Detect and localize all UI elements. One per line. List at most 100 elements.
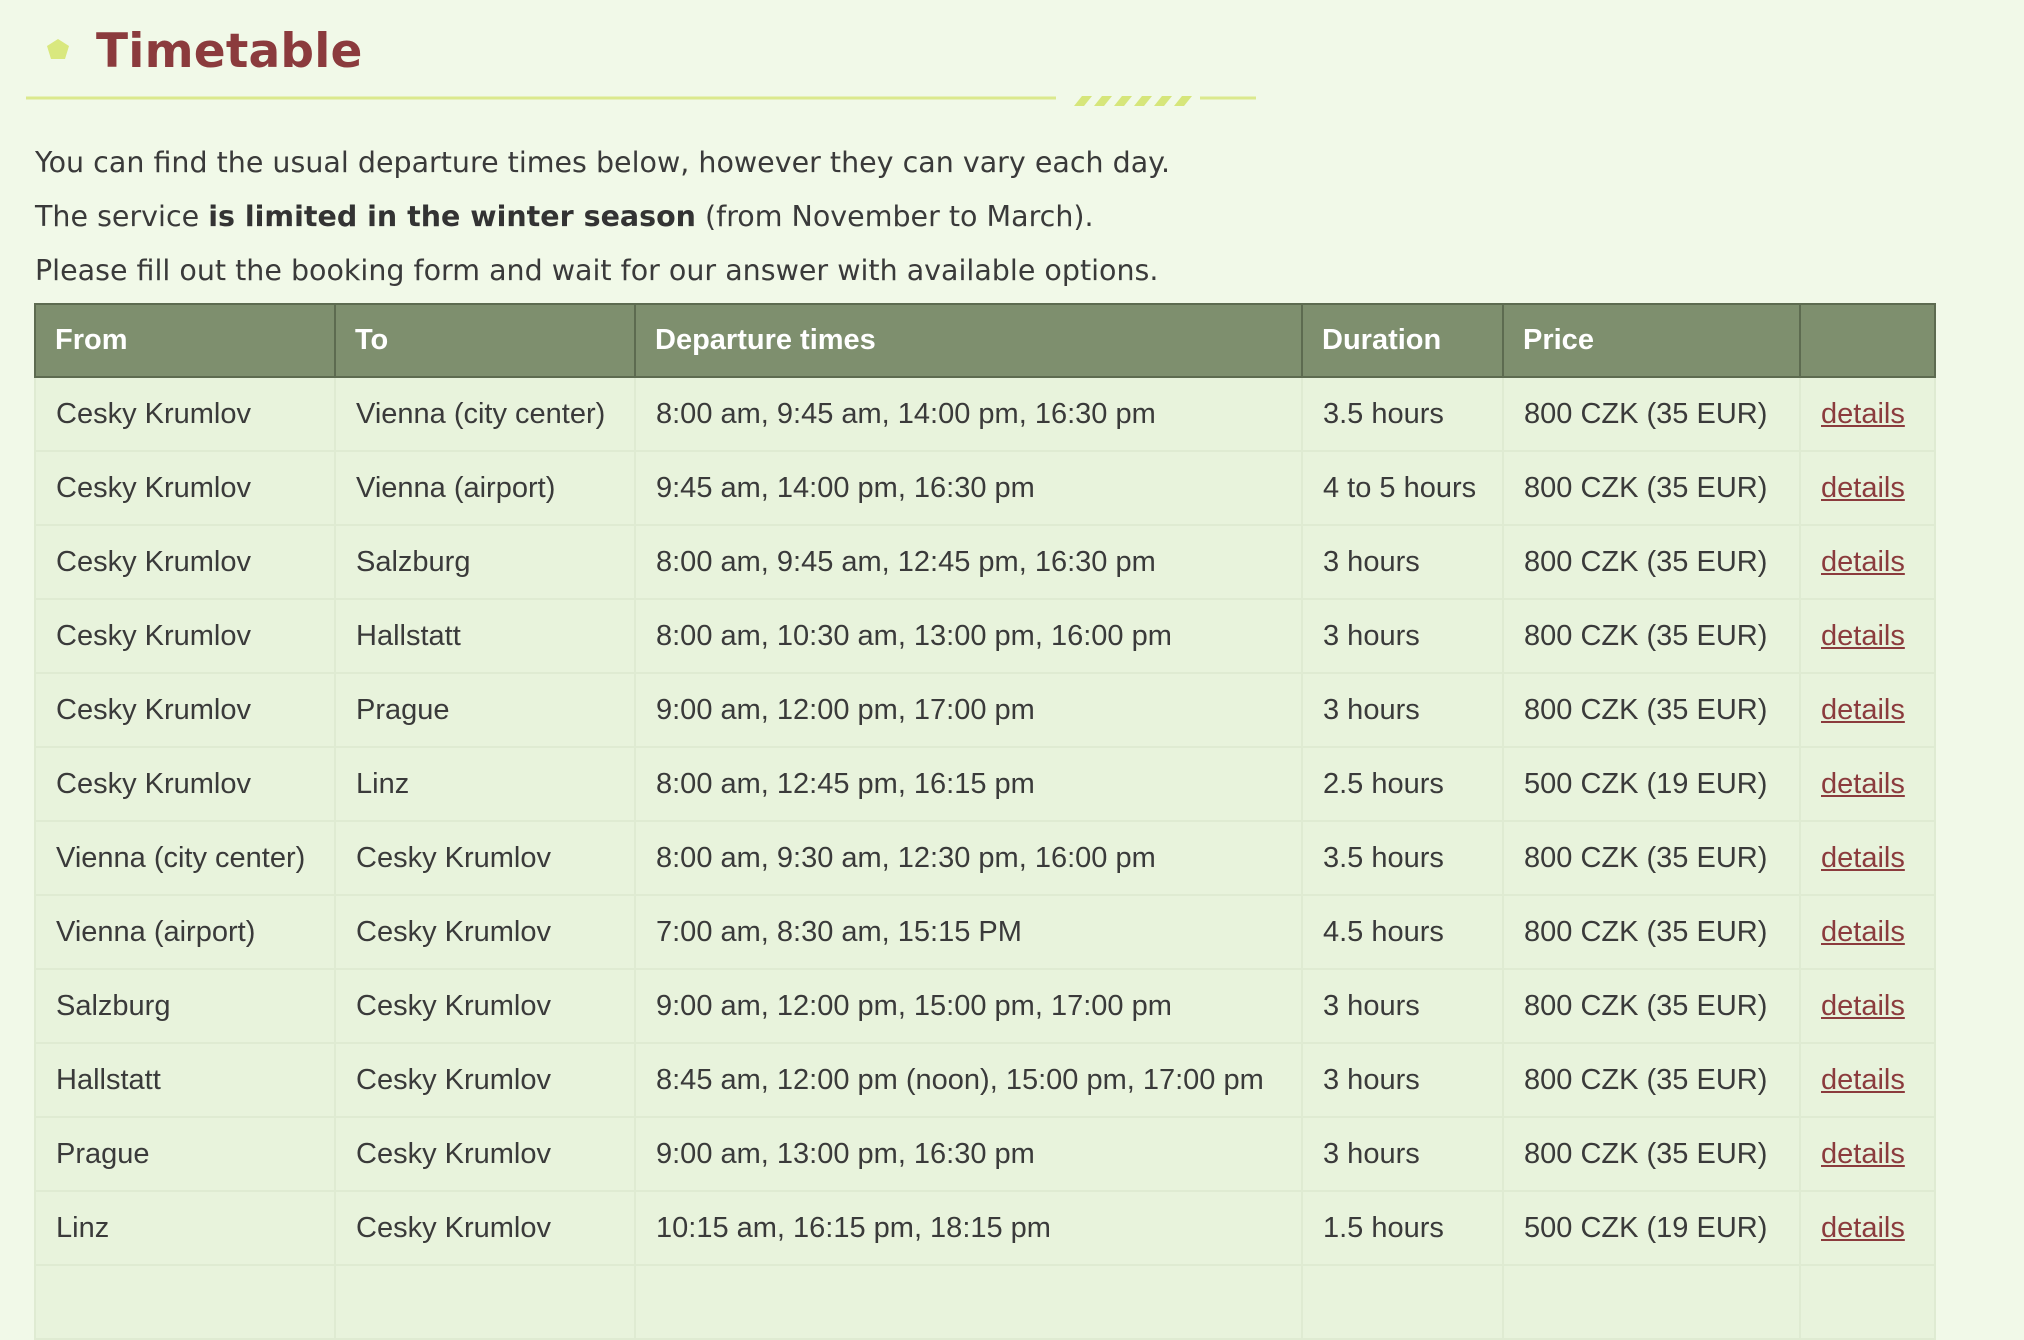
cell-from: Cesky Krumlov: [34, 376, 336, 452]
cell-to: Prague: [334, 672, 636, 748]
cell-to: Vienna (airport): [334, 450, 636, 526]
cell-from: Cesky Krumlov: [34, 672, 336, 748]
table-row: Vienna (airport) Cesky Krumlov 7:00 am, 8:…: [34, 894, 1936, 970]
cell-duration: 3 hours: [1301, 524, 1504, 600]
cell-to: Cesky Krumlov: [334, 1116, 636, 1192]
cell-departure-times: 8:00 am, 10:30 am, 13:00 pm, 16:00 pm: [634, 598, 1303, 674]
cell-to: Salzburg: [334, 524, 636, 600]
column-header-price: Price: [1502, 303, 1801, 378]
cell-to: Cesky Krumlov: [334, 968, 636, 1044]
cell-price: 500 CZK (19 EUR): [1502, 1190, 1801, 1266]
details-link[interactable]: details: [1821, 990, 1905, 1022]
cell-price: 800 CZK (35 EUR): [1502, 894, 1801, 970]
column-header-duration: Duration: [1301, 303, 1504, 378]
cell-departure-times: 8:45 am, 12:00 pm (noon), 15:00 pm, 17:0…: [634, 1042, 1303, 1118]
table-row: Cesky Krumlov Salzburg 8:00 am, 9:45 am, 1…: [34, 524, 1936, 600]
cell-to: Linz: [334, 746, 636, 822]
table-row: Hallstatt Cesky Krumlov 8:45 am, 12:00 pm …: [34, 1042, 1936, 1118]
table-row: Cesky Krumlov Linz 8:00 am, 12:45 pm, 16:1…: [34, 746, 1936, 822]
cell-duration: 3 hours: [1301, 598, 1504, 674]
cell-price: 800 CZK (35 EUR): [1502, 376, 1801, 452]
details-link[interactable]: details: [1821, 398, 1905, 430]
cell-details: details: [1799, 598, 1936, 674]
column-header-from: From: [34, 303, 336, 378]
cell-price: 800 CZK (35 EUR): [1502, 598, 1801, 674]
cell-details: details: [1799, 746, 1936, 822]
details-link[interactable]: details: [1821, 620, 1905, 652]
cell-price: 800 CZK (35 EUR): [1502, 524, 1801, 600]
cell-duration: 3.5 hours: [1301, 820, 1504, 896]
table-row: Cesky Krumlov Vienna (city center) 8:00 am…: [34, 376, 1936, 452]
cell-price: 500 CZK (19 EUR): [1502, 746, 1801, 822]
cell-departure-times: 8:00 am, 9:45 am, 12:45 pm, 16:30 pm: [634, 524, 1303, 600]
cell-duration: 4 to 5 hours: [1301, 450, 1504, 526]
cell-departure-times: [634, 1264, 1303, 1340]
cell-departure-times: 9:00 am, 12:00 pm, 17:00 pm: [634, 672, 1303, 748]
cell-departure-times: 9:00 am, 12:00 pm, 15:00 pm, 17:00 pm: [634, 968, 1303, 1044]
timetable: From To Departure times Duration Price C…: [34, 303, 1936, 1340]
details-link[interactable]: details: [1821, 1064, 1905, 1096]
cell-from: Cesky Krumlov: [34, 450, 336, 526]
details-link[interactable]: details: [1821, 694, 1905, 726]
details-link[interactable]: details: [1821, 1212, 1905, 1244]
cell-from: Cesky Krumlov: [34, 524, 336, 600]
cell-from: Prague: [34, 1116, 336, 1192]
table-row: Cesky Krumlov Prague 9:00 am, 12:00 pm, 17…: [34, 672, 1936, 748]
cell-price: [1502, 1264, 1801, 1340]
title-divider: [26, 96, 1256, 106]
cell-to: Hallstatt: [334, 598, 636, 674]
details-link[interactable]: details: [1821, 1138, 1905, 1170]
cell-duration: 3 hours: [1301, 1042, 1504, 1118]
table-row: Salzburg Cesky Krumlov 9:00 am, 12:00 pm, …: [34, 968, 1936, 1044]
cell-to: Cesky Krumlov: [334, 820, 636, 896]
cell-details: details: [1799, 968, 1936, 1044]
intro-line-3: Please fill out the booking form and wai…: [35, 254, 1159, 287]
cell-details: [1799, 1264, 1936, 1340]
cell-departure-times: 9:45 am, 14:00 pm, 16:30 pm: [634, 450, 1303, 526]
cell-price: 800 CZK (35 EUR): [1502, 1116, 1801, 1192]
cell-duration: 3 hours: [1301, 1116, 1504, 1192]
table-row: Vienna (city center) Cesky Krumlov 8:00 am…: [34, 820, 1936, 896]
intro-line-2-post: (from November to March).: [695, 200, 1094, 233]
details-link[interactable]: details: [1821, 472, 1905, 504]
cell-to: Vienna (city center): [334, 376, 636, 452]
cell-departure-times: 10:15 am, 16:15 pm, 18:15 pm: [634, 1190, 1303, 1266]
intro-line-2: The service is limited in the winter sea…: [35, 190, 1170, 244]
pentagon-bullet-icon: [47, 39, 69, 59]
cell-duration: 3.5 hours: [1301, 376, 1504, 452]
table-row: Cesky Krumlov Hallstatt 8:00 am, 10:30 am,…: [34, 598, 1936, 674]
cell-price: 800 CZK (35 EUR): [1502, 820, 1801, 896]
details-link[interactable]: details: [1821, 842, 1905, 874]
page-header: Timetable: [26, 18, 1256, 108]
details-link[interactable]: details: [1821, 916, 1905, 948]
cell-from: Salzburg: [34, 968, 336, 1044]
cell-from: Cesky Krumlov: [34, 598, 336, 674]
cell-details: details: [1799, 894, 1936, 970]
cell-duration: 3 hours: [1301, 968, 1504, 1044]
intro-line-2-pre: The service: [35, 200, 209, 233]
cell-to: Cesky Krumlov: [334, 1042, 636, 1118]
table-row: Prague Cesky Krumlov 9:00 am, 13:00 pm, 16…: [34, 1116, 1936, 1192]
cell-duration: 3 hours: [1301, 672, 1504, 748]
details-link[interactable]: details: [1821, 546, 1905, 578]
column-header-departure-times: Departure times: [634, 303, 1303, 378]
cell-details: details: [1799, 672, 1936, 748]
details-link[interactable]: details: [1821, 768, 1905, 800]
cell-from: Vienna (airport): [34, 894, 336, 970]
page-title: Timetable: [96, 24, 363, 79]
column-header-details: [1799, 303, 1936, 378]
cell-price: 800 CZK (35 EUR): [1502, 450, 1801, 526]
cell-departure-times: 8:00 am, 12:45 pm, 16:15 pm: [634, 746, 1303, 822]
cell-duration: 2.5 hours: [1301, 746, 1504, 822]
intro-text: You can find the usual departure times b…: [35, 136, 1170, 298]
cell-from: Hallstatt: [34, 1042, 336, 1118]
cell-from: Vienna (city center): [34, 820, 336, 896]
cell-price: 800 CZK (35 EUR): [1502, 968, 1801, 1044]
cell-price: 800 CZK (35 EUR): [1502, 1042, 1801, 1118]
cell-departure-times: 9:00 am, 13:00 pm, 16:30 pm: [634, 1116, 1303, 1192]
cell-departure-times: 7:00 am, 8:30 am, 15:15 PM: [634, 894, 1303, 970]
winter-limit-notice: is limited in the winter season: [208, 200, 696, 233]
cell-from: [34, 1264, 336, 1340]
intro-line-1: You can find the usual departure times b…: [35, 146, 1171, 179]
cell-details: details: [1799, 820, 1936, 896]
